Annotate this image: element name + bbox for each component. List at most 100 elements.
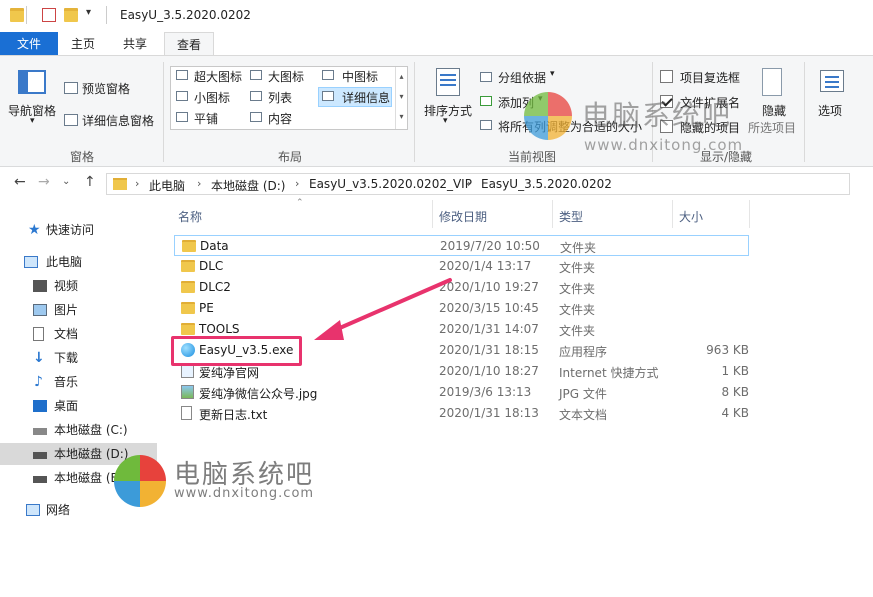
layout-tiles[interactable]: 平铺 [194,110,218,127]
computer-icon [24,256,38,268]
file-type: 文本文档 [559,408,608,422]
address-box[interactable]: › 此电脑 › 本地磁盘 (D:) › EasyU_v3.5.2020.0202… [106,173,850,195]
nav-item-this-pc[interactable]: 此电脑 [0,251,157,273]
item-checkboxes-checkbox[interactable] [660,70,673,83]
options-button[interactable]: 选项 [818,102,842,119]
picture-icon [33,304,47,316]
hide-selected-line2[interactable]: 所选项目 [748,119,796,136]
preview-pane-button[interactable]: 预览窗格 [82,80,130,97]
table-row[interactable]: 爱纯净微信公众号.jpg 2019/3/6 13:13 JPG 文件 8 KB [174,382,749,403]
tab-home[interactable]: 主页 [58,32,108,56]
breadcrumb-easyu-vip[interactable]: EasyU_v3.5.2020.0202_VIP [309,177,472,191]
nav-item-pictures[interactable]: 图片 [0,299,157,321]
desktop-icon [33,400,47,412]
video-icon [33,280,47,292]
layout-scroll[interactable]: ▴ ▾ ▾ [395,67,407,129]
properties-icon[interactable] [42,8,56,22]
group-label-layout: 布局 [278,150,303,164]
large-icons-icon [250,70,262,80]
add-column-icon [480,96,492,106]
file-name: 爱纯净微信公众号.jpg [199,387,318,401]
hide-selected-icon [762,68,782,96]
file-name: Data [200,239,229,253]
layout-content[interactable]: 内容 [268,110,292,127]
customize-quick-access-icon[interactable]: ▾ [86,7,91,18]
forward-icon[interactable]: → [38,174,50,190]
content-icon [250,112,262,122]
folder-icon [113,178,127,190]
nav-label: 桌面 [54,399,79,413]
file-size: 8 KB [721,385,749,399]
item-checkboxes-label: 项目复选框 [680,71,741,85]
group-by-button[interactable]: 分组依据 [498,69,546,86]
watermark-brand-top: 电脑系统吧 [582,99,733,132]
text-file-icon [181,406,192,420]
breadcrumb-this-pc[interactable]: 此电脑 [149,177,185,194]
column-header-name[interactable]: 名称 [178,208,202,225]
sort-by-button[interactable]: 排序方式 [424,102,472,119]
layout-small-icons[interactable]: 小图标 [194,89,230,106]
file-name: PE [199,301,214,315]
watermark-url-bottom: www.dnxitong.com [174,486,315,501]
navigation-pane: ★ 快速访问 此电脑 视频 图片 文档 ↓ 下载 ♪ 音乐 桌面 本地磁盘 (C… [0,205,160,597]
table-row[interactable]: DLC 2020/1/4 13:17 文件夹 [174,256,749,277]
folder-icon [181,281,195,293]
annotation-arrow [314,278,452,340]
drive-icon [33,452,47,459]
document-icon [33,327,44,341]
tab-share[interactable]: 共享 [110,32,160,56]
up-icon[interactable]: ↑ [84,174,96,190]
layout-details[interactable]: 详细信息 [342,89,390,106]
nav-item-documents[interactable]: 文档 [0,323,157,345]
file-name: TOOLS [199,322,240,336]
breadcrumb-current[interactable]: EasyU_3.5.2020.0202 [481,177,612,191]
table-row[interactable]: 更新日志.txt 2020/1/31 18:13 文本文档 4 KB [174,403,749,424]
nav-item-quick-access[interactable]: ★ 快速访问 [0,219,157,241]
file-size: 1 KB [721,364,749,378]
nav-label: 快速访问 [46,223,95,237]
folder-icon [181,260,195,272]
nav-item-music[interactable]: ♪ 音乐 [0,371,157,393]
file-name: 更新日志.txt [199,408,268,422]
new-folder-icon[interactable] [64,8,78,22]
column-header-date[interactable]: 修改日期 [439,208,487,225]
breadcrumb-drive-d[interactable]: 本地磁盘 (D:) [211,177,285,194]
file-type: 文件夹 [559,261,596,275]
music-icon: ♪ [34,374,43,390]
file-type: 文件夹 [559,303,596,317]
table-row[interactable]: Data 2019/7/20 10:50 文件夹 [174,235,749,256]
recent-locations-icon[interactable]: ⌄ [62,176,70,187]
ribbon: 导航窗格 ▾ 预览窗格 详细信息窗格 窗格 超大图标 大图标 中图标 小图标 列… [0,55,873,167]
nav-item-downloads[interactable]: ↓ 下载 [0,347,157,369]
table-row[interactable]: PE 2020/3/15 10:45 文件夹 [174,298,749,319]
hide-selected-line1[interactable]: 隐藏 [762,102,786,119]
layout-medium-icons[interactable]: 中图标 [342,68,378,85]
file-date: 2020/1/10 18:27 [439,364,539,378]
tab-file[interactable]: 文件 [0,32,58,56]
nav-item-videos[interactable]: 视频 [0,275,157,297]
layout-extra-large-icons[interactable]: 超大图标 [194,68,242,85]
back-icon[interactable]: ← [14,174,26,190]
small-icons-icon [176,91,188,101]
file-size: 4 KB [721,406,749,420]
column-header-size[interactable]: 大小 [679,208,703,225]
table-row[interactable]: DLC2 2020/1/10 19:27 文件夹 [174,277,749,298]
layout-large-icons[interactable]: 大图标 [268,68,304,85]
nav-item-drive-c[interactable]: 本地磁盘 (C:) [0,419,157,441]
group-label-pane: 窗格 [70,150,95,164]
nav-label: 视频 [54,279,79,293]
nav-item-desktop[interactable]: 桌面 [0,395,157,417]
details-pane-button[interactable]: 详细信息窗格 [82,112,154,129]
layout-list[interactable]: 列表 [268,89,292,106]
column-header-type[interactable]: 类型 [559,208,583,225]
nav-label: 图片 [54,303,79,317]
group-label-current-view: 当前视图 [508,150,557,164]
download-icon: ↓ [33,350,45,366]
file-size: 963 KB [706,343,749,357]
file-date: 2020/1/31 18:13 [439,406,539,420]
tab-view[interactable]: 查看 [164,32,214,56]
tiles-icon [176,112,188,122]
file-type: 文件夹 [559,282,596,296]
file-type: Internet 快捷方式 [559,366,659,380]
list-icon [250,91,262,101]
